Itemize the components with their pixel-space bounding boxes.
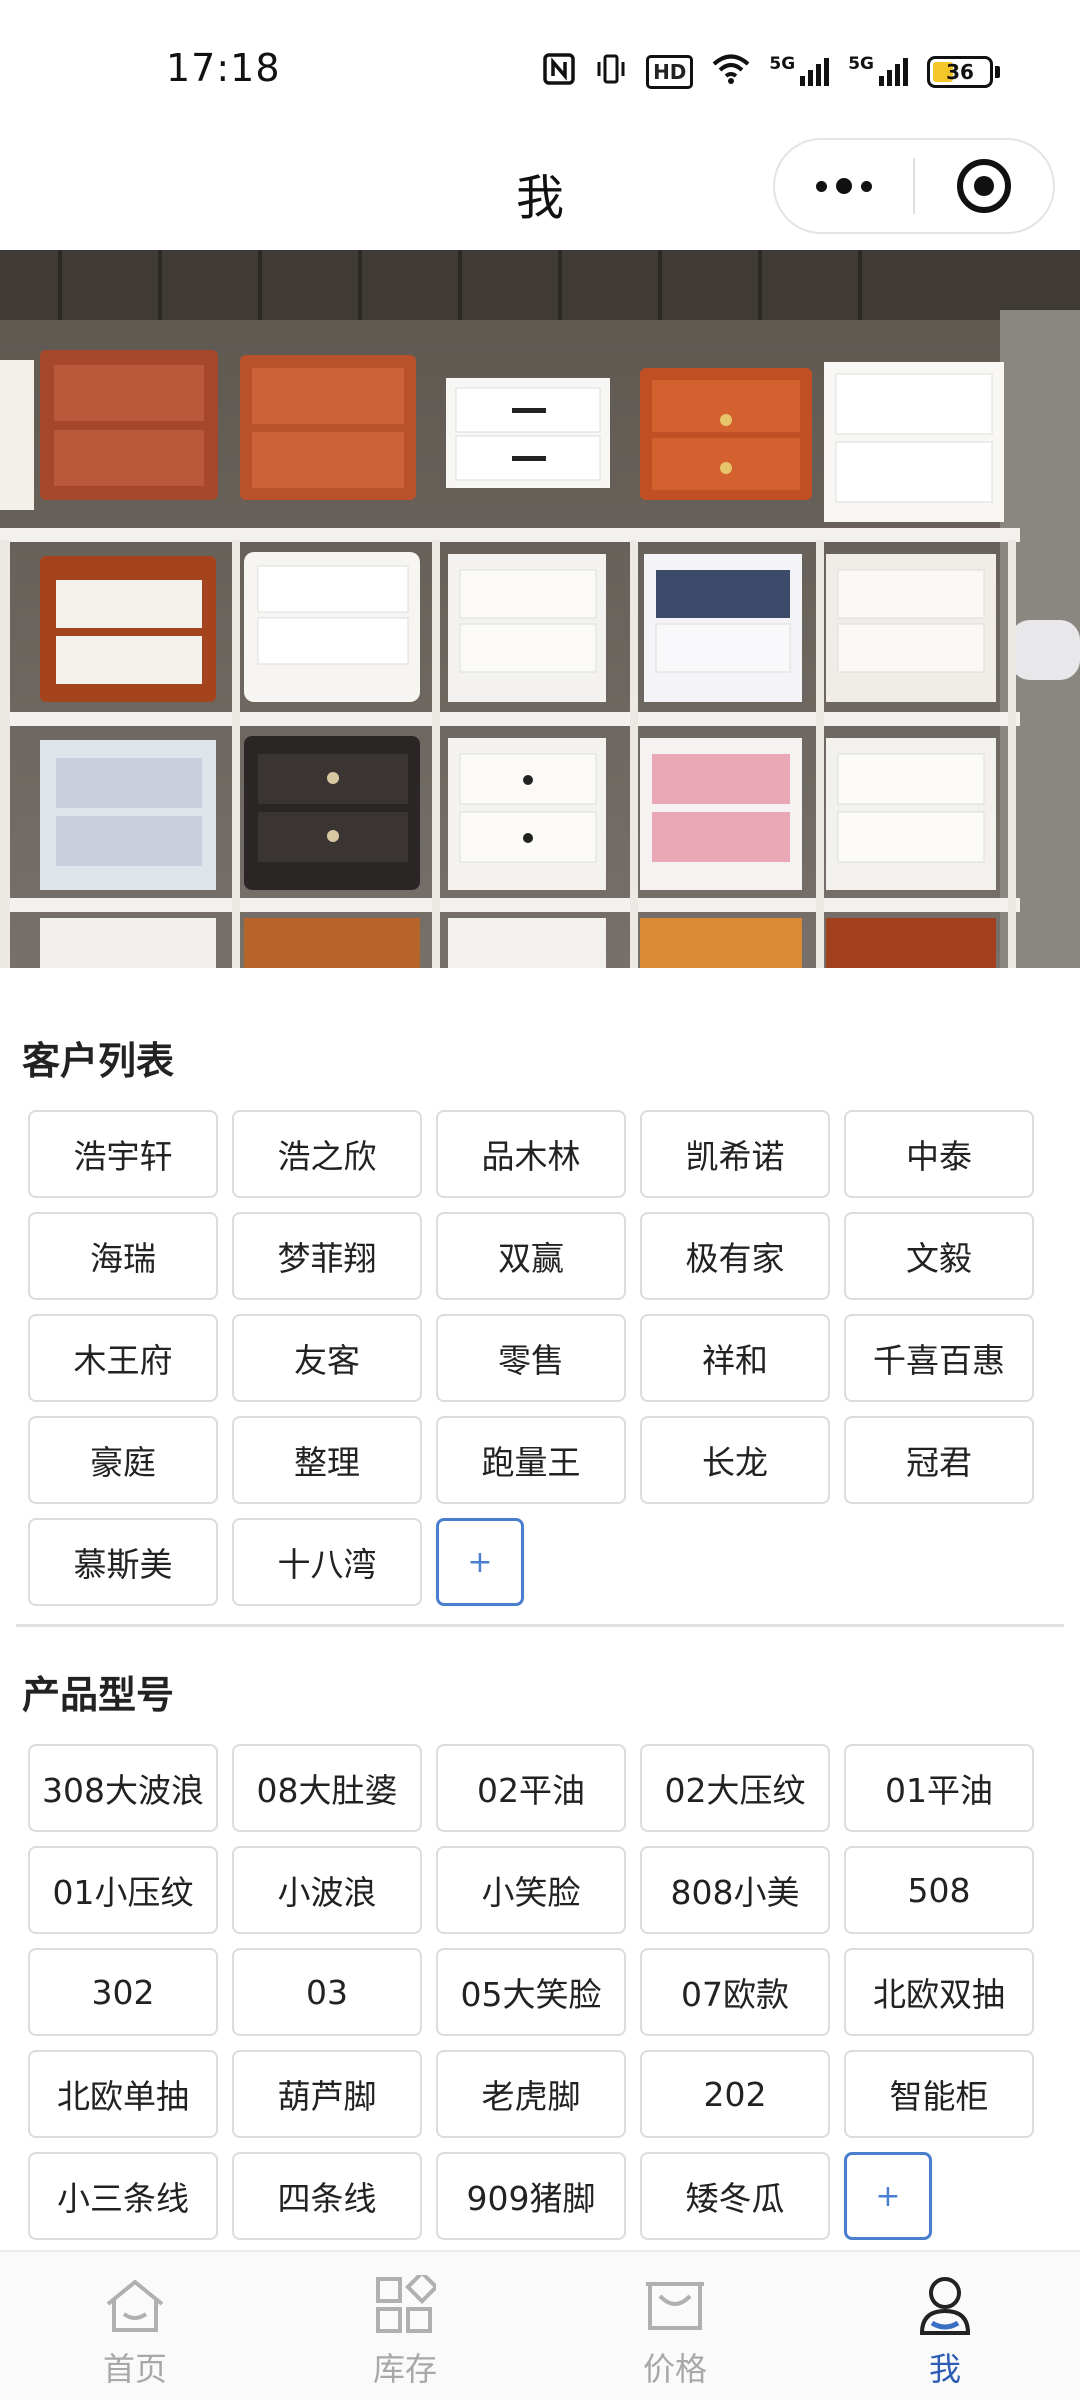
- product-tag[interactable]: 智能柜: [844, 2050, 1034, 2138]
- close-button[interactable]: [915, 140, 1053, 232]
- battery-icon: 36: [927, 56, 1000, 88]
- customer-list-title: 客户列表: [22, 1039, 175, 1083]
- tab-me[interactable]: 我: [810, 2252, 1080, 2400]
- signal-5g-icon: 5G: [848, 56, 909, 88]
- customer-tag[interactable]: 海瑞: [28, 1212, 218, 1300]
- status-time: 17:18: [166, 46, 281, 90]
- home-icon: [100, 2274, 170, 2338]
- status-icons: HD 5G 5G 36: [542, 50, 1000, 94]
- product-tag[interactable]: 01小压纹: [28, 1846, 218, 1934]
- battery-level: 36: [946, 60, 974, 84]
- product-model-list: 308大波浪 08大肚婆 02平油 02大压纹 01平油 01小压纹 小波浪 小…: [28, 1744, 1034, 2240]
- product-tag[interactable]: 07欧款: [640, 1948, 830, 2036]
- customer-tag[interactable]: 文毅: [844, 1212, 1034, 1300]
- customer-tag[interactable]: 双赢: [436, 1212, 626, 1300]
- hero-image: [0, 250, 1080, 968]
- customer-tag[interactable]: 千喜百惠: [844, 1314, 1034, 1402]
- tab-label: 首页: [102, 2350, 167, 2388]
- mini-program-capsule: [773, 138, 1055, 234]
- target-circle-icon: [957, 159, 1011, 213]
- customer-tag[interactable]: 整理: [232, 1416, 422, 1504]
- battery-body: 36: [927, 56, 993, 88]
- product-tag[interactable]: 葫芦脚: [232, 2050, 422, 2138]
- customer-tag[interactable]: 豪庭: [28, 1416, 218, 1504]
- customer-tag[interactable]: 中泰: [844, 1110, 1034, 1198]
- product-tag[interactable]: 小笑脸: [436, 1846, 626, 1934]
- product-tag[interactable]: 北欧双抽: [844, 1948, 1034, 2036]
- customer-tag[interactable]: 零售: [436, 1314, 626, 1402]
- customer-tag[interactable]: 友客: [232, 1314, 422, 1402]
- product-tag[interactable]: 508: [844, 1846, 1034, 1934]
- product-tag[interactable]: 老虎脚: [436, 2050, 626, 2138]
- customer-tag[interactable]: 极有家: [640, 1212, 830, 1300]
- tab-inventory[interactable]: 库存: [270, 2252, 540, 2400]
- customer-tag[interactable]: 十八湾: [232, 1518, 422, 1606]
- product-tag[interactable]: 03: [232, 1948, 422, 2036]
- customer-tag[interactable]: 品木林: [436, 1110, 626, 1198]
- customer-tag[interactable]: 浩宇轩: [28, 1110, 218, 1198]
- product-tag[interactable]: 302: [28, 1948, 218, 2036]
- customer-tag[interactable]: 祥和: [640, 1314, 830, 1402]
- section-divider: [16, 1624, 1064, 1627]
- product-tag[interactable]: 909猪脚: [436, 2152, 626, 2240]
- product-tag[interactable]: 808小美: [640, 1846, 830, 1934]
- product-tag[interactable]: 北欧单抽: [28, 2050, 218, 2138]
- tab-label: 库存: [372, 2350, 437, 2388]
- customer-tag[interactable]: 冠君: [844, 1416, 1034, 1504]
- vibrate-icon: [594, 52, 628, 93]
- tab-bar: 首页 库存 价格 我: [0, 2250, 1080, 2400]
- battery-tip: [995, 66, 1000, 78]
- customer-tag[interactable]: 梦菲翔: [232, 1212, 422, 1300]
- product-tag[interactable]: 四条线: [232, 2152, 422, 2240]
- tab-label: 价格: [642, 2350, 707, 2388]
- product-tag[interactable]: 矮冬瓜: [640, 2152, 830, 2240]
- net1-label: 5G: [769, 54, 796, 74]
- product-tag[interactable]: 02大压纹: [640, 1744, 830, 1832]
- customer-list: 浩宇轩 浩之欣 品木林 凯希诺 中泰 海瑞 梦菲翔 双赢 极有家 文毅 木王府 …: [28, 1110, 1034, 1606]
- product-tag[interactable]: 05大笑脸: [436, 1948, 626, 2036]
- add-product-button[interactable]: +: [844, 2152, 932, 2240]
- profile-icon: [910, 2274, 980, 2338]
- product-models-title: 产品型号: [22, 1673, 175, 1717]
- product-tag[interactable]: 08大肚婆: [232, 1744, 422, 1832]
- customer-tag[interactable]: 跑量王: [436, 1416, 626, 1504]
- product-tag[interactable]: 02平油: [436, 1744, 626, 1832]
- signal-5g-icon: 5G: [769, 56, 830, 88]
- more-dots-icon: [816, 178, 872, 194]
- add-customer-button[interactable]: +: [436, 1518, 524, 1606]
- customer-tag[interactable]: 凯希诺: [640, 1110, 830, 1198]
- status-bar: 17:18 HD 5G 5G 36: [0, 0, 1080, 130]
- product-tag[interactable]: 小波浪: [232, 1846, 422, 1934]
- more-button[interactable]: [775, 140, 913, 232]
- nav-bar: 我: [0, 130, 1080, 250]
- product-tag[interactable]: 小三条线: [28, 2152, 218, 2240]
- customer-tag[interactable]: 长龙: [640, 1416, 830, 1504]
- customer-tag[interactable]: 浩之欣: [232, 1110, 422, 1198]
- tab-price[interactable]: 价格: [540, 2252, 810, 2400]
- nfc-icon: [542, 52, 576, 93]
- customer-tag[interactable]: 木王府: [28, 1314, 218, 1402]
- product-tag[interactable]: 308大波浪: [28, 1744, 218, 1832]
- tab-label: 我: [928, 2350, 961, 2388]
- wifi-icon: [711, 53, 751, 92]
- inventory-grid-icon: [370, 2274, 440, 2338]
- price-basin-icon: [640, 2274, 710, 2338]
- net2-label: 5G: [848, 54, 874, 74]
- hd-icon: HD: [646, 55, 694, 89]
- furniture-photo: [0, 250, 1080, 968]
- product-tag[interactable]: 202: [640, 2050, 830, 2138]
- customer-tag[interactable]: 慕斯美: [28, 1518, 218, 1606]
- product-tag[interactable]: 01平油: [844, 1744, 1034, 1832]
- tab-home[interactable]: 首页: [0, 2252, 270, 2400]
